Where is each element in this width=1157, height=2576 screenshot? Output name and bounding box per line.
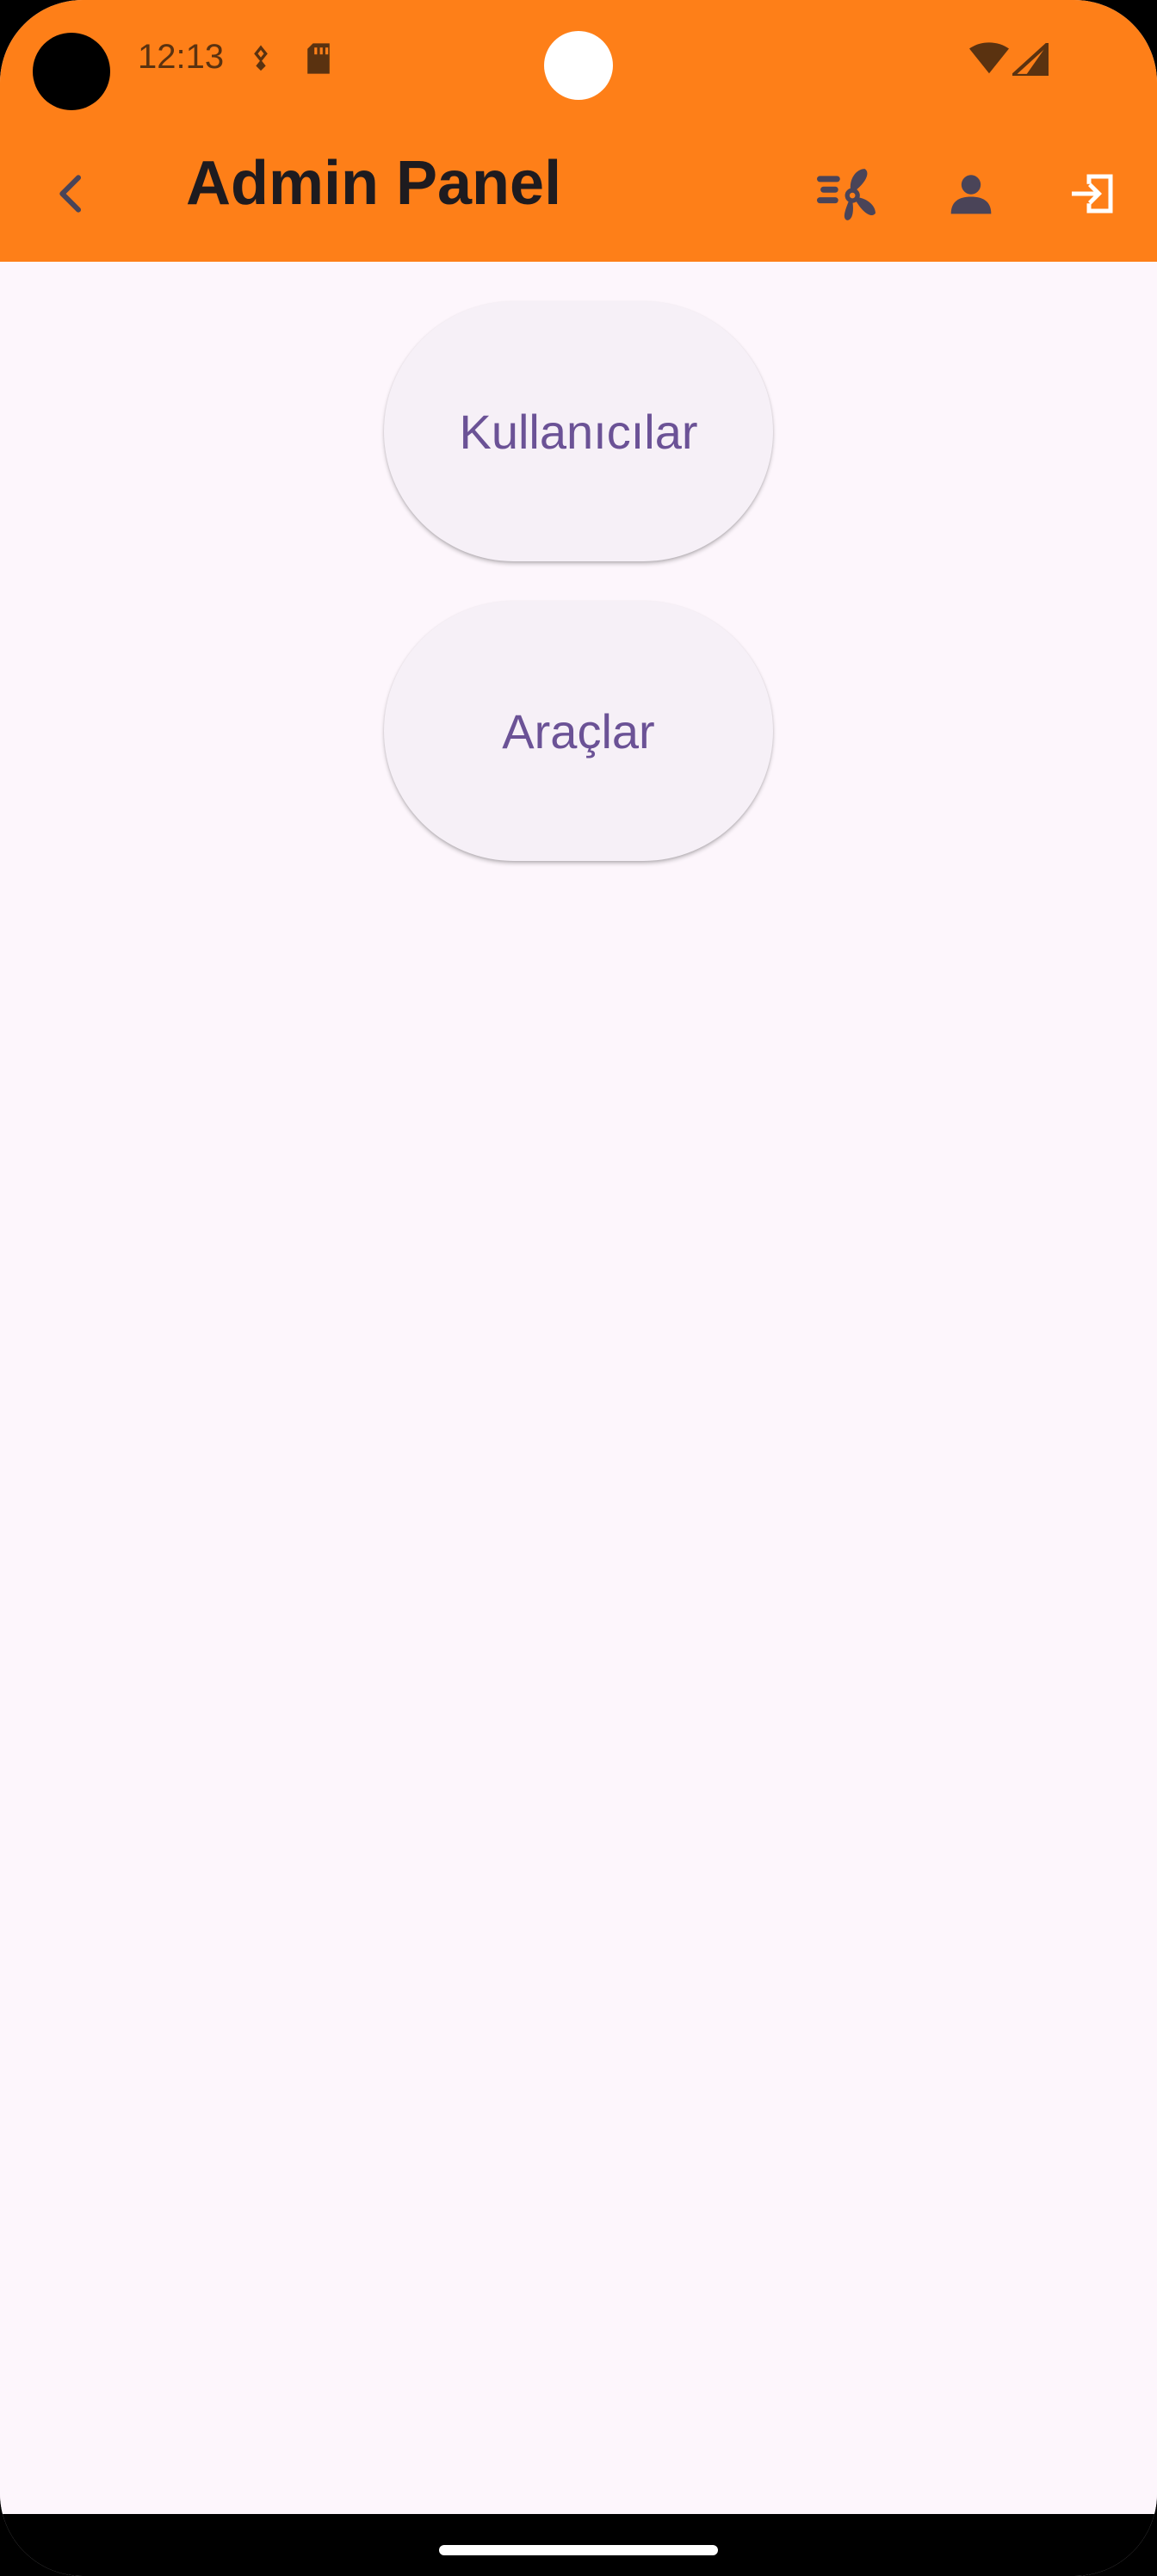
phone-screen: 12:13 Admin Panel Kullanıcılar Araçlar — [0, 0, 1157, 2576]
fan-button[interactable] — [799, 147, 895, 244]
status-time: 12:13 — [138, 38, 225, 76]
cellular-signal-icon — [1007, 39, 1050, 80]
wifi-icon — [969, 41, 1009, 80]
front-sensor — [544, 31, 613, 100]
notification-icon — [246, 43, 275, 78]
camera-cutout — [33, 33, 110, 110]
top-app-bar: Admin Panel — [0, 129, 1157, 262]
vehicles-button[interactable]: Araçlar — [384, 601, 773, 861]
logout-button[interactable] — [1045, 147, 1142, 244]
person-icon — [947, 170, 995, 222]
arrow-back-icon — [48, 170, 96, 222]
ceiling-fan-icon — [817, 165, 877, 226]
page-title: Admin Panel — [186, 149, 562, 218]
back-button[interactable] — [24, 147, 121, 244]
status-bar: 12:13 — [0, 0, 1157, 129]
users-button[interactable]: Kullanıcılar — [384, 301, 773, 561]
logout-icon — [1067, 168, 1119, 224]
system-navigation-bar — [0, 2514, 1157, 2576]
main-content: Kullanıcılar Araçlar — [0, 262, 1157, 2514]
home-indicator[interactable] — [439, 2545, 718, 2555]
profile-button[interactable] — [923, 147, 1019, 244]
sd-card-icon — [305, 41, 332, 80]
